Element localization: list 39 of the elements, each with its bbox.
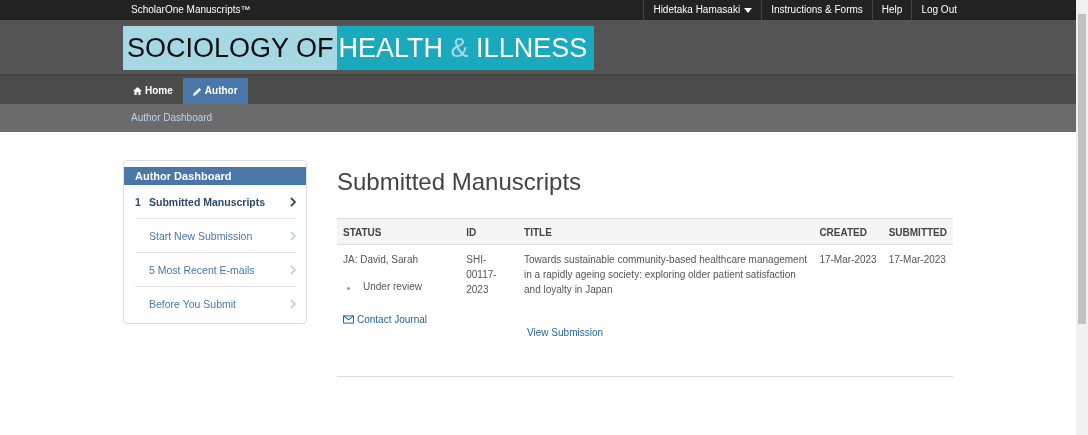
- page-heading: Submitted Manuscripts: [337, 168, 583, 196]
- editor-name: JA: David, Sarah: [343, 253, 420, 267]
- status-text: Under review: [363, 280, 422, 294]
- brand-name: ScholarOne Manuscripts™: [131, 3, 251, 17]
- envelope-icon: [343, 315, 354, 324]
- item-label: Submitted Manuscripts: [149, 195, 267, 208]
- sidebar-title: Author Dashboard: [124, 167, 306, 185]
- manuscript-title: Towards sustainable community-based healthcare management in a rapidly ageing society: exploring older patient satisfaction and loyalty in Japan: [524, 253, 808, 297]
- created-date: 17-Mar-2023: [819, 254, 877, 265]
- sidebar-item[interactable]: 5 Most Recent E-mails: [135, 253, 296, 287]
- item-label: 5 Most Recent E-mails: [149, 263, 256, 276]
- submitted-date: 17-Mar-2023: [888, 254, 946, 265]
- column-header: CREATED: [813, 218, 883, 245]
- item-label: Start New Submission: [149, 229, 254, 242]
- nav-tab[interactable]: Home: [123, 78, 183, 104]
- nav-tab[interactable]: Author: [182, 78, 248, 104]
- contact-journal-link[interactable]: Contact Journal: [343, 312, 455, 327]
- breadcrumb-link[interactable]: Author Dashboard: [123, 112, 213, 123]
- sidebar-item[interactable]: Start New Submission: [135, 219, 296, 253]
- caret-icon: [744, 7, 753, 13]
- chevron-icon: [290, 230, 296, 241]
- column-header: TITLE: [518, 218, 814, 245]
- journal-logo: SOCIOLOGY OF HEALTH & ILLNESS: [123, 26, 595, 70]
- chevron-icon: [290, 298, 296, 309]
- view-submission-link[interactable]: View Submission: [527, 325, 808, 340]
- scrollbar[interactable]: [1076, 0, 1088, 435]
- pencil-icon: [192, 86, 202, 96]
- sidebar-item[interactable]: Before You Submit: [135, 287, 296, 320]
- item-number: 1: [135, 195, 142, 208]
- bullet-icon: [347, 287, 350, 290]
- chevron-icon: [290, 264, 296, 275]
- column-header: STATUS: [337, 218, 461, 245]
- chevron-icon: [290, 196, 296, 207]
- item-label: Before You Submit: [149, 297, 237, 310]
- column-header: ID: [460, 218, 519, 245]
- home-icon: [133, 87, 142, 95]
- manuscript-id: SHI-00117-2023: [466, 253, 497, 297]
- sidebar-item[interactable]: 1 Submitted Manuscripts: [135, 185, 296, 219]
- column-header: SUBMITTED: [882, 218, 953, 245]
